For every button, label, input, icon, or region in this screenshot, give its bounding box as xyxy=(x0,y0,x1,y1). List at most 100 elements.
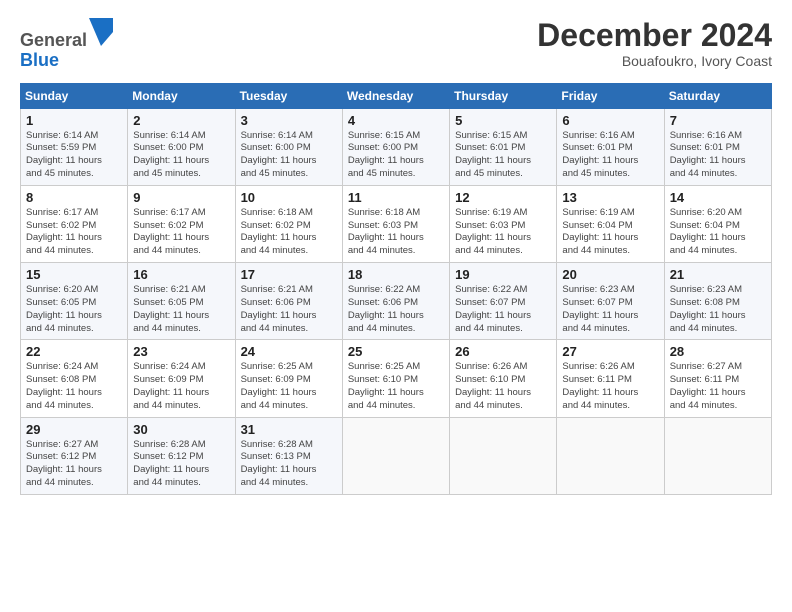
day-info: Sunrise: 6:21 AM Sunset: 6:06 PM Dayligh… xyxy=(241,284,337,335)
day-number: 27 xyxy=(562,344,658,359)
calendar-cell-w5-d4 xyxy=(342,417,449,494)
calendar-cell-w2-d3: 10 Sunrise: 6:18 AM Sunset: 6:02 PM Dayli… xyxy=(235,185,342,262)
calendar-cell-w5-d1: 29Sunrise: 6:27 AM Sunset: 6:12 PM Dayli… xyxy=(21,417,128,494)
calendar-cell-w2-d5: 12 Sunrise: 6:19 AM Sunset: 6:03 PM Dayli… xyxy=(450,185,557,262)
day-info: Sunrise: 6:14 AM Sunset: 6:00 PM Dayligh… xyxy=(133,130,229,181)
calendar-cell-w1-d3: 3 Sunrise: 6:14 AM Sunset: 6:00 PM Daylig… xyxy=(235,108,342,185)
day-number: 20 xyxy=(562,267,658,282)
day-number: 25 xyxy=(348,344,444,359)
location-subtitle: Bouafoukro, Ivory Coast xyxy=(537,53,772,69)
calendar-cell-w3-d5: 19 Sunrise: 6:22 AM Sunset: 6:07 PM Dayli… xyxy=(450,263,557,340)
calendar-cell-w3-d7: 21 Sunrise: 6:23 AM Sunset: 6:08 PM Dayli… xyxy=(664,263,771,340)
day-number: 11 xyxy=(348,190,444,205)
day-info: Sunrise: 6:15 AM Sunset: 6:00 PM Dayligh… xyxy=(348,130,444,181)
day-info: Sunrise: 6:19 AM Sunset: 6:03 PM Dayligh… xyxy=(455,207,551,258)
calendar-cell-w5-d5 xyxy=(450,417,557,494)
day-info: Sunrise: 6:14 AM Sunset: 6:00 PM Dayligh… xyxy=(241,130,337,181)
day-number: 23 xyxy=(133,344,229,359)
day-number: 7 xyxy=(670,113,766,128)
calendar-cell-w2-d1: 8Sunrise: 6:17 AM Sunset: 6:02 PM Daylig… xyxy=(21,185,128,262)
month-title: December 2024 xyxy=(537,18,772,53)
calendar-cell-w4-d5: 26 Sunrise: 6:26 AM Sunset: 6:10 PM Dayli… xyxy=(450,340,557,417)
day-info: Sunrise: 6:26 AM Sunset: 6:10 PM Dayligh… xyxy=(455,361,551,412)
day-info: Sunrise: 6:27 AM Sunset: 6:11 PM Dayligh… xyxy=(670,361,766,412)
col-saturday: Saturday xyxy=(664,83,771,108)
logo-text: General xyxy=(20,18,113,51)
day-info: Sunrise: 6:14 AM Sunset: 5:59 PM Dayligh… xyxy=(26,130,122,181)
day-info: Sunrise: 6:23 AM Sunset: 6:07 PM Dayligh… xyxy=(562,284,658,335)
day-info: Sunrise: 6:28 AM Sunset: 6:13 PM Dayligh… xyxy=(241,439,337,490)
day-number: 28 xyxy=(670,344,766,359)
calendar-cell-w5-d2: 30Sunrise: 6:28 AM Sunset: 6:12 PM Dayli… xyxy=(128,417,235,494)
calendar-cell-w3-d1: 15Sunrise: 6:20 AM Sunset: 6:05 PM Dayli… xyxy=(21,263,128,340)
day-number: 10 xyxy=(241,190,337,205)
day-info: Sunrise: 6:24 AM Sunset: 6:09 PM Dayligh… xyxy=(133,361,229,412)
day-number: 26 xyxy=(455,344,551,359)
logo-icon xyxy=(89,18,113,46)
day-number: 30 xyxy=(133,422,229,437)
calendar-cell-w4-d3: 24 Sunrise: 6:25 AM Sunset: 6:09 PM Dayli… xyxy=(235,340,342,417)
day-info: Sunrise: 6:25 AM Sunset: 6:10 PM Dayligh… xyxy=(348,361,444,412)
day-number: 5 xyxy=(455,113,551,128)
day-info: Sunrise: 6:18 AM Sunset: 6:02 PM Dayligh… xyxy=(241,207,337,258)
day-info: Sunrise: 6:23 AM Sunset: 6:08 PM Dayligh… xyxy=(670,284,766,335)
calendar-cell-w1-d1: 1 Sunrise: 6:14 AM Sunset: 5:59 PM Daylig… xyxy=(21,108,128,185)
col-thursday: Thursday xyxy=(450,83,557,108)
day-info: Sunrise: 6:21 AM Sunset: 6:05 PM Dayligh… xyxy=(133,284,229,335)
calendar-cell-w2-d7: 14 Sunrise: 6:20 AM Sunset: 6:04 PM Dayli… xyxy=(664,185,771,262)
calendar-cell-w1-d2: 2 Sunrise: 6:14 AM Sunset: 6:00 PM Daylig… xyxy=(128,108,235,185)
day-info: Sunrise: 6:17 AM Sunset: 6:02 PM Dayligh… xyxy=(26,207,122,258)
day-info: Sunrise: 6:18 AM Sunset: 6:03 PM Dayligh… xyxy=(348,207,444,258)
calendar-cell-w3-d3: 17 Sunrise: 6:21 AM Sunset: 6:06 PM Dayli… xyxy=(235,263,342,340)
calendar-cell-w3-d6: 20 Sunrise: 6:23 AM Sunset: 6:07 PM Dayli… xyxy=(557,263,664,340)
calendar-cell-w1-d7: 7Sunrise: 6:16 AM Sunset: 6:01 PM Daylig… xyxy=(664,108,771,185)
calendar-cell-w2-d4: 11 Sunrise: 6:18 AM Sunset: 6:03 PM Dayli… xyxy=(342,185,449,262)
calendar-cell-w5-d3: 31 Sunrise: 6:28 AM Sunset: 6:13 PM Dayli… xyxy=(235,417,342,494)
day-number: 6 xyxy=(562,113,658,128)
day-number: 31 xyxy=(241,422,337,437)
calendar-week-1: 1 Sunrise: 6:14 AM Sunset: 5:59 PM Daylig… xyxy=(21,108,772,185)
day-info: Sunrise: 6:25 AM Sunset: 6:09 PM Dayligh… xyxy=(241,361,337,412)
day-info: Sunrise: 6:16 AM Sunset: 6:01 PM Dayligh… xyxy=(562,130,658,181)
day-number: 9 xyxy=(133,190,229,205)
day-number: 3 xyxy=(241,113,337,128)
day-info: Sunrise: 6:27 AM Sunset: 6:12 PM Dayligh… xyxy=(26,439,122,490)
calendar-cell-w3-d4: 18Sunrise: 6:22 AM Sunset: 6:06 PM Dayli… xyxy=(342,263,449,340)
calendar-cell-w5-d6 xyxy=(557,417,664,494)
day-number: 1 xyxy=(26,113,122,128)
calendar-cell-w3-d2: 16 Sunrise: 6:21 AM Sunset: 6:05 PM Dayli… xyxy=(128,263,235,340)
day-number: 17 xyxy=(241,267,337,282)
day-number: 12 xyxy=(455,190,551,205)
day-info: Sunrise: 6:22 AM Sunset: 6:07 PM Dayligh… xyxy=(455,284,551,335)
day-info: Sunrise: 6:17 AM Sunset: 6:02 PM Dayligh… xyxy=(133,207,229,258)
day-number: 15 xyxy=(26,267,122,282)
calendar-cell-w1-d4: 4 Sunrise: 6:15 AM Sunset: 6:00 PM Daylig… xyxy=(342,108,449,185)
day-info: Sunrise: 6:24 AM Sunset: 6:08 PM Dayligh… xyxy=(26,361,122,412)
day-number: 24 xyxy=(241,344,337,359)
day-info: Sunrise: 6:19 AM Sunset: 6:04 PM Dayligh… xyxy=(562,207,658,258)
day-number: 14 xyxy=(670,190,766,205)
calendar-cell-w1-d6: 6 Sunrise: 6:16 AM Sunset: 6:01 PM Daylig… xyxy=(557,108,664,185)
title-area: December 2024 Bouafoukro, Ivory Coast xyxy=(537,18,772,69)
logo-general: General xyxy=(20,30,87,50)
day-number: 22 xyxy=(26,344,122,359)
calendar-cell-w4-d1: 22 Sunrise: 6:24 AM Sunset: 6:08 PM Dayli… xyxy=(21,340,128,417)
calendar-week-2: 8Sunrise: 6:17 AM Sunset: 6:02 PM Daylig… xyxy=(21,185,772,262)
day-number: 13 xyxy=(562,190,658,205)
day-number: 21 xyxy=(670,267,766,282)
col-monday: Monday xyxy=(128,83,235,108)
day-number: 4 xyxy=(348,113,444,128)
day-info: Sunrise: 6:20 AM Sunset: 6:04 PM Dayligh… xyxy=(670,207,766,258)
page: General Blue December 2024 Bouafoukro, I… xyxy=(0,0,792,612)
day-number: 18 xyxy=(348,267,444,282)
day-number: 16 xyxy=(133,267,229,282)
calendar-week-3: 15Sunrise: 6:20 AM Sunset: 6:05 PM Dayli… xyxy=(21,263,772,340)
day-number: 19 xyxy=(455,267,551,282)
col-sunday: Sunday xyxy=(21,83,128,108)
calendar-cell-w5-d7 xyxy=(664,417,771,494)
col-friday: Friday xyxy=(557,83,664,108)
calendar-cell-w1-d5: 5Sunrise: 6:15 AM Sunset: 6:01 PM Daylig… xyxy=(450,108,557,185)
calendar-cell-w4-d2: 23 Sunrise: 6:24 AM Sunset: 6:09 PM Dayli… xyxy=(128,340,235,417)
day-number: 2 xyxy=(133,113,229,128)
calendar-cell-w4-d4: 25 Sunrise: 6:25 AM Sunset: 6:10 PM Dayli… xyxy=(342,340,449,417)
